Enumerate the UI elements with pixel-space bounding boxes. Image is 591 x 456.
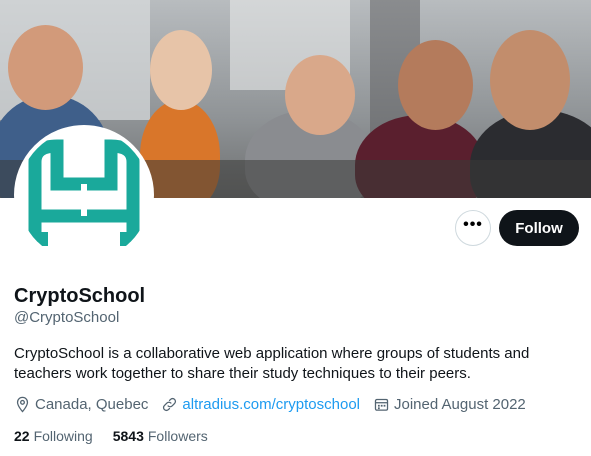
followers-count: 5843 — [112, 428, 144, 444]
website-link[interactable]: altradius.com/cryptoschool — [182, 396, 360, 413]
profile-bio: CryptoSchool is a collaborative web appl… — [14, 345, 530, 382]
follow-button[interactable]: Follow — [499, 210, 579, 246]
link-icon — [163, 397, 177, 412]
profile-location: Canada, Quebec — [14, 396, 148, 413]
following-link[interactable]: 22 Following — [14, 428, 93, 444]
followers-label: Followers — [147, 428, 208, 444]
joined-text: Joined August 2022 — [394, 396, 526, 413]
location-pin-icon — [16, 396, 29, 413]
profile-website: altradius.com/cryptoschool — [161, 396, 360, 413]
banner-person-head — [398, 40, 473, 130]
banner-person-head — [490, 30, 570, 130]
more-dots-icon: ••• — [463, 216, 483, 233]
location-text: Canada, Quebec — [35, 396, 149, 413]
profile-joined: Joined August 2022 — [373, 396, 526, 413]
banner-person-head — [285, 55, 355, 135]
banner-person-head — [8, 25, 83, 110]
following-label: Following — [33, 428, 93, 444]
profile-display-name: CryptoSchool — [14, 285, 146, 307]
profile-avatar[interactable] — [14, 125, 154, 265]
calendar-icon — [374, 398, 389, 411]
cryptoschool-logo-icon — [28, 139, 140, 246]
more-options-button[interactable]: ••• — [455, 210, 491, 246]
following-count: 22 — [14, 428, 30, 444]
profile-meta-row: Canada, Quebec altradius.com/cryptoschoo… — [14, 396, 539, 413]
banner-person-head — [150, 30, 212, 110]
profile-handle: @CryptoSchool — [14, 309, 120, 326]
followers-link[interactable]: 5843 Followers — [113, 428, 208, 444]
profile-stats: 22 Following 5843 Followers — [14, 428, 228, 444]
